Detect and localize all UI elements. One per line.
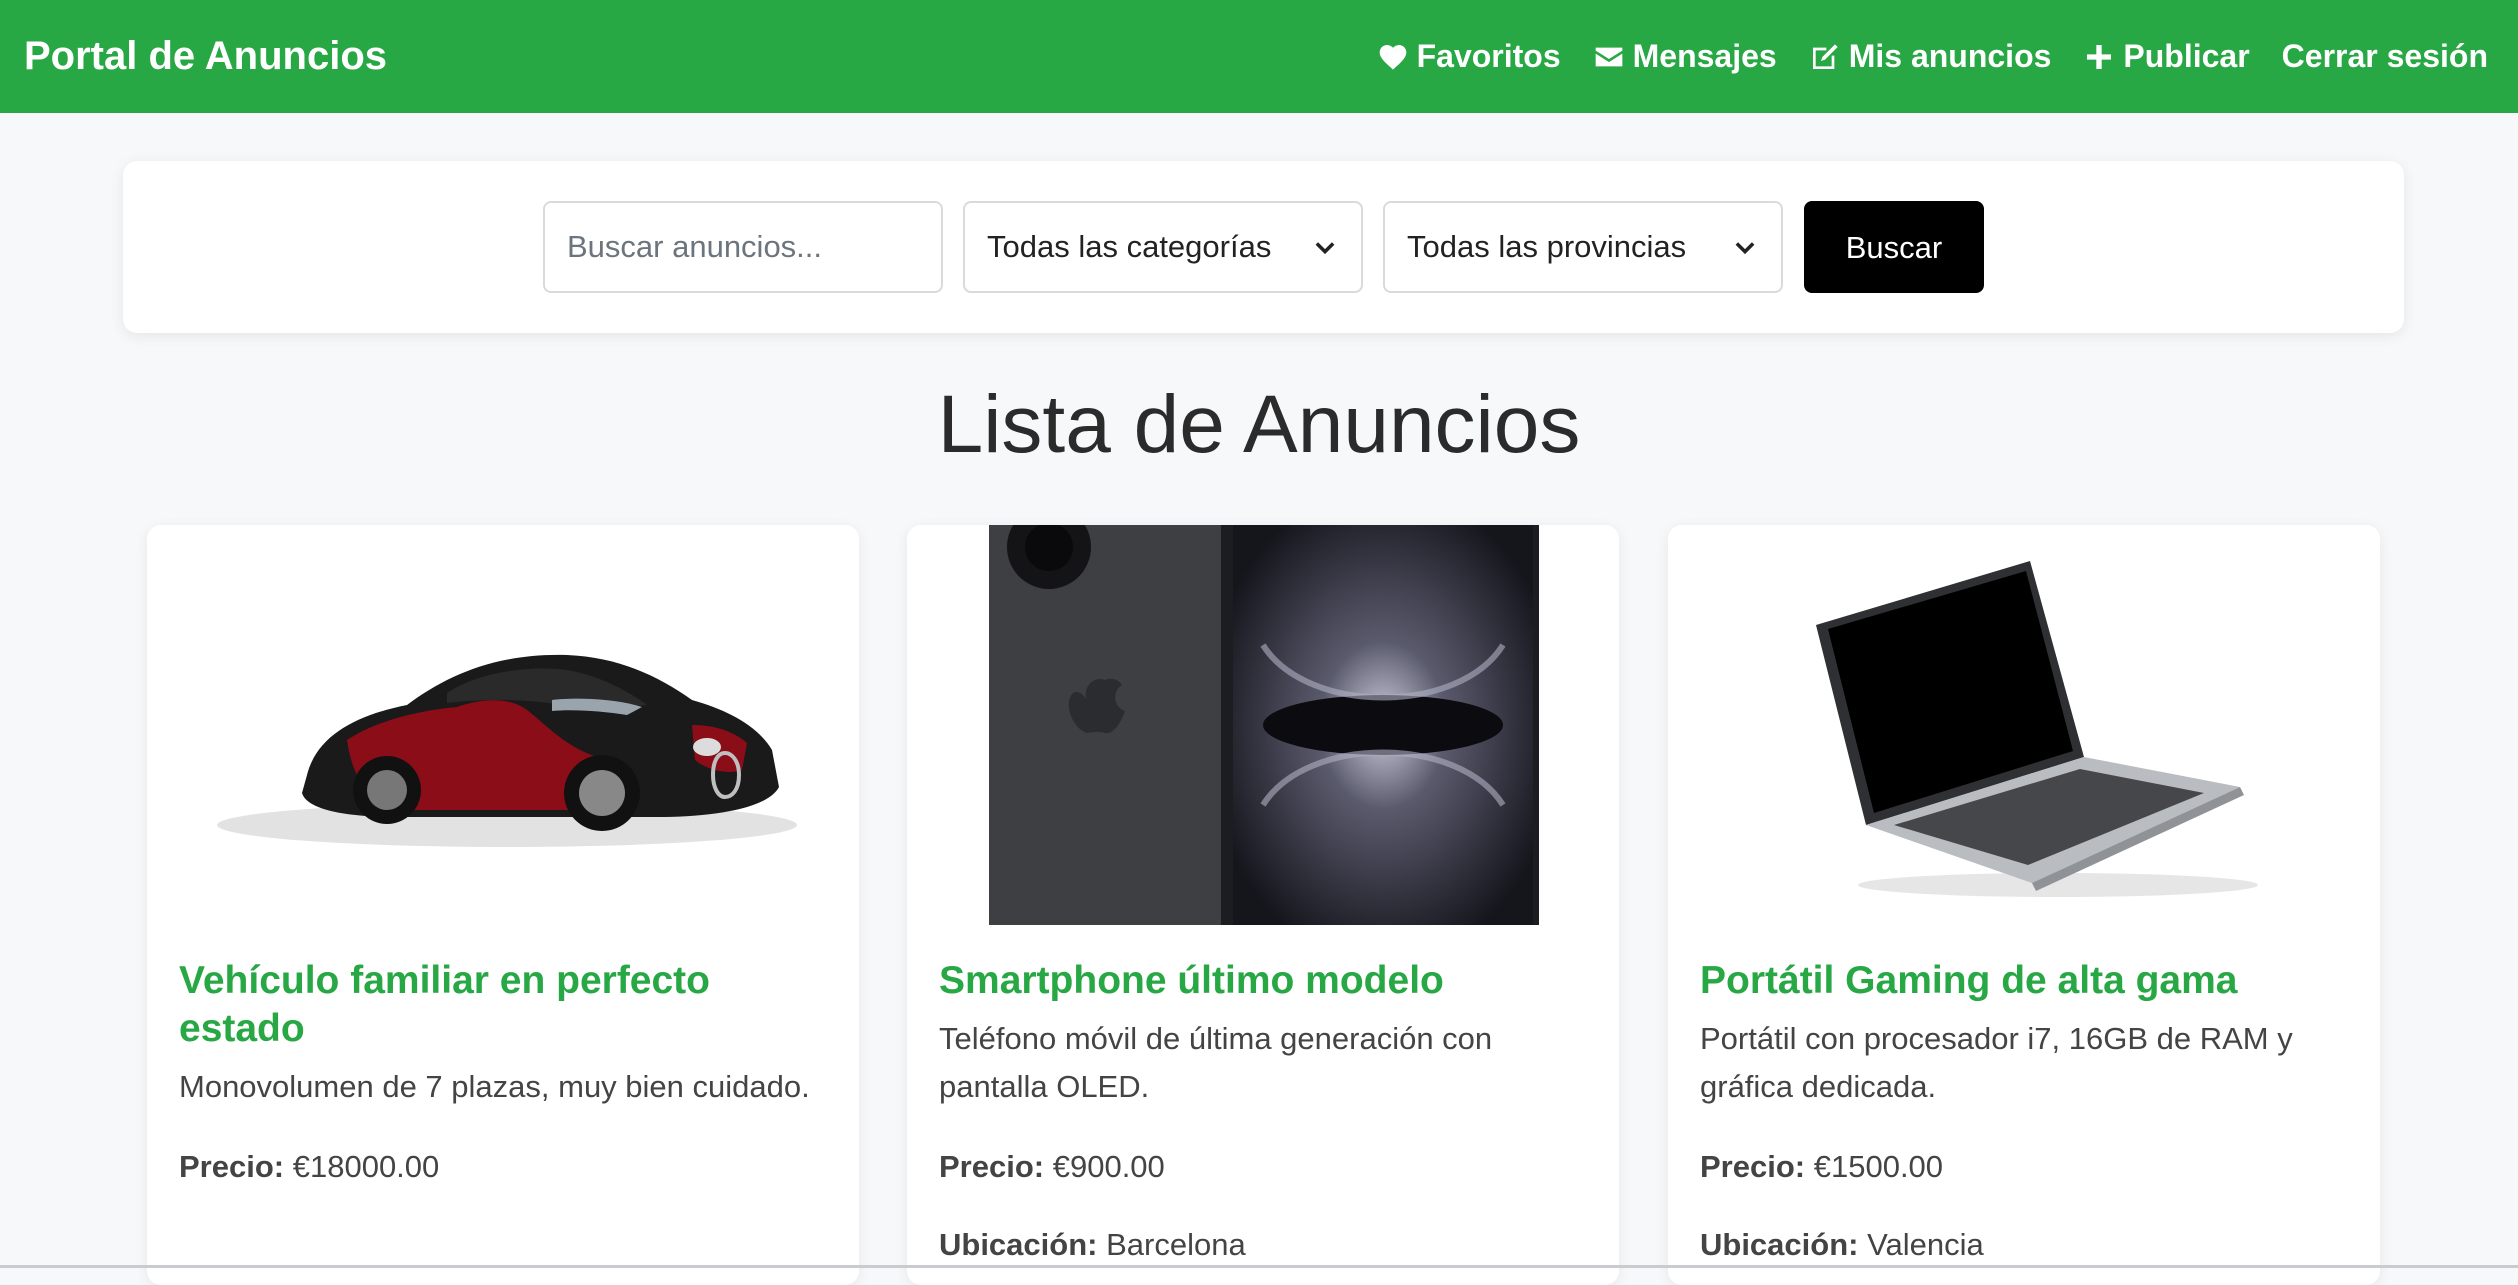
search-button[interactable]: Buscar — [1804, 201, 1984, 293]
nav-mensajes[interactable]: Mensajes — [1593, 38, 1777, 75]
brand-logo[interactable]: Portal de Anuncios — [24, 0, 387, 113]
listing-title[interactable]: Portátil Gaming de alta gama — [1700, 957, 2350, 1005]
location-label: Ubicación: — [939, 1227, 1098, 1262]
plus-icon — [2087, 44, 2112, 69]
listing-title[interactable]: Smartphone último modelo — [939, 957, 1589, 1005]
location-value: Valencia — [1867, 1227, 1984, 1262]
page-title: Lista de Anuncios — [937, 379, 1581, 470]
listing-card[interactable]: Portátil Gaming de alta gama Portátil co… — [1668, 525, 2380, 1285]
search-input[interactable]: Buscar anuncios... — [543, 201, 943, 293]
location-value: Barcelona — [1106, 1227, 1246, 1262]
nav-publicar[interactable]: Publicar — [2083, 38, 2250, 75]
heart-icon — [1379, 44, 1406, 70]
envelope-icon — [1595, 47, 1622, 66]
nav-mis-anuncios[interactable]: Mis anuncios — [1809, 38, 2052, 75]
listing-body: Vehículo familiar en perfecto estado Mon… — [179, 957, 829, 1221]
price-label: Precio: — [1700, 1149, 1806, 1184]
nav-mensajes-label: Mensajes — [1632, 38, 1777, 74]
laptop-photo — [1668, 525, 2380, 925]
location-label: Ubicación: — [1700, 1227, 1859, 1262]
listing-price: Precio: €18000.00 — [179, 1143, 829, 1191]
nav-favoritos[interactable]: Favoritos — [1377, 38, 1561, 75]
chevron-down-icon — [1315, 242, 1335, 255]
listing-body: Smartphone último modelo Teléfono móvil … — [939, 957, 1589, 1285]
province-select-value: Todas las provincias — [1407, 229, 1687, 264]
category-select[interactable]: Todas las categorías — [963, 201, 1363, 293]
listing-description: Monovolumen de 7 plazas, muy bien cuidad… — [179, 1069, 810, 1104]
edit-icon — [1812, 43, 1838, 69]
listing-title[interactable]: Vehículo familiar en perfecto estado — [179, 957, 829, 1053]
listing-location: Ubicación: Barcelona — [939, 1221, 1589, 1269]
listing-price: Precio: €1500.00 — [1700, 1143, 2350, 1191]
price-label: Precio: — [939, 1149, 1045, 1184]
listing-card[interactable]: Smartphone último modelo Teléfono móvil … — [907, 525, 1619, 1285]
top-navbar: Portal de Anuncios Favoritos Mensajes Mi… — [0, 0, 2518, 113]
listing-location: Ubicación: Valencia — [1700, 1221, 2350, 1269]
search-panel: Buscar anuncios... Todas las categorías … — [123, 161, 2404, 333]
car-photo — [147, 525, 859, 925]
smartphone-photo — [907, 525, 1619, 925]
listing-card[interactable]: Vehículo familiar en perfecto estado Mon… — [147, 525, 859, 1285]
chevron-down-icon — [1735, 242, 1755, 255]
main-nav: Favoritos Mensajes Mis anuncios Publicar… — [1345, 0, 2488, 113]
category-select-value: Todas las categorías — [987, 229, 1272, 264]
listing-description: Teléfono móvil de última generación con … — [939, 1021, 1493, 1104]
nav-publicar-label: Publicar — [2123, 38, 2250, 74]
listing-description: Portátil con procesador i7, 16GB de RAM … — [1700, 1021, 2293, 1104]
nav-cerrar-sesion[interactable]: Cerrar sesión — [2282, 38, 2488, 75]
listing-price: Precio: €900.00 — [939, 1143, 1589, 1191]
nav-mis-anuncios-label: Mis anuncios — [1848, 38, 2052, 74]
price-value: €1500.00 — [1813, 1149, 1944, 1184]
price-label: Precio: — [179, 1149, 285, 1184]
nav-favoritos-label: Favoritos — [1416, 38, 1561, 74]
price-value: €900.00 — [1052, 1149, 1165, 1184]
listing-body: Portátil Gaming de alta gama Portátil co… — [1700, 957, 2350, 1285]
price-value: €18000.00 — [292, 1149, 440, 1184]
province-select[interactable]: Todas las provincias — [1383, 201, 1783, 293]
nav-cerrar-sesion-label: Cerrar sesión — [2281, 38, 2488, 74]
